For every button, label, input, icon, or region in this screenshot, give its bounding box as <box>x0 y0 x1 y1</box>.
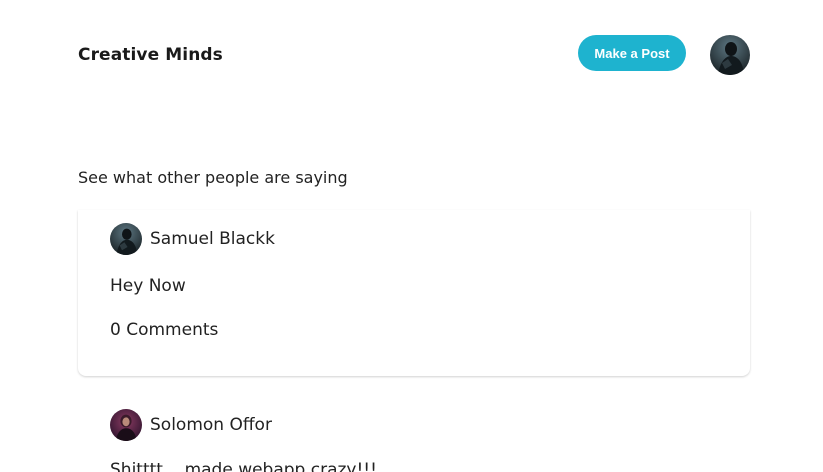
post-card: Samuel Blackk Hey Now 0 Comments <box>78 210 750 376</box>
make-post-button[interactable]: Make a Post <box>578 35 686 71</box>
avatar-image <box>110 409 142 441</box>
post-author-avatar[interactable] <box>110 409 142 441</box>
avatar-image <box>110 223 142 255</box>
post-author-avatar[interactable] <box>110 223 142 255</box>
brand-logo-text[interactable]: Creative Minds <box>78 45 223 65</box>
post-body: Shitttt... made webapp crazy!!! <box>110 460 377 472</box>
post-body: Hey Now <box>110 276 186 296</box>
post-author-name[interactable]: Solomon Offor <box>150 415 272 435</box>
page: Creative Minds Make a Post See what othe… <box>0 0 823 472</box>
post-card: Solomon Offor Shitttt... made webapp cra… <box>78 396 750 472</box>
post-author-name[interactable]: Samuel Blackk <box>150 229 275 249</box>
post-comments-link[interactable]: 0 Comments <box>110 320 218 340</box>
avatar-image <box>710 35 750 75</box>
post-author: Solomon Offor <box>110 409 272 441</box>
user-avatar[interactable] <box>710 35 750 75</box>
post-author: Samuel Blackk <box>110 223 275 255</box>
feed-heading: See what other people are saying <box>78 168 348 187</box>
